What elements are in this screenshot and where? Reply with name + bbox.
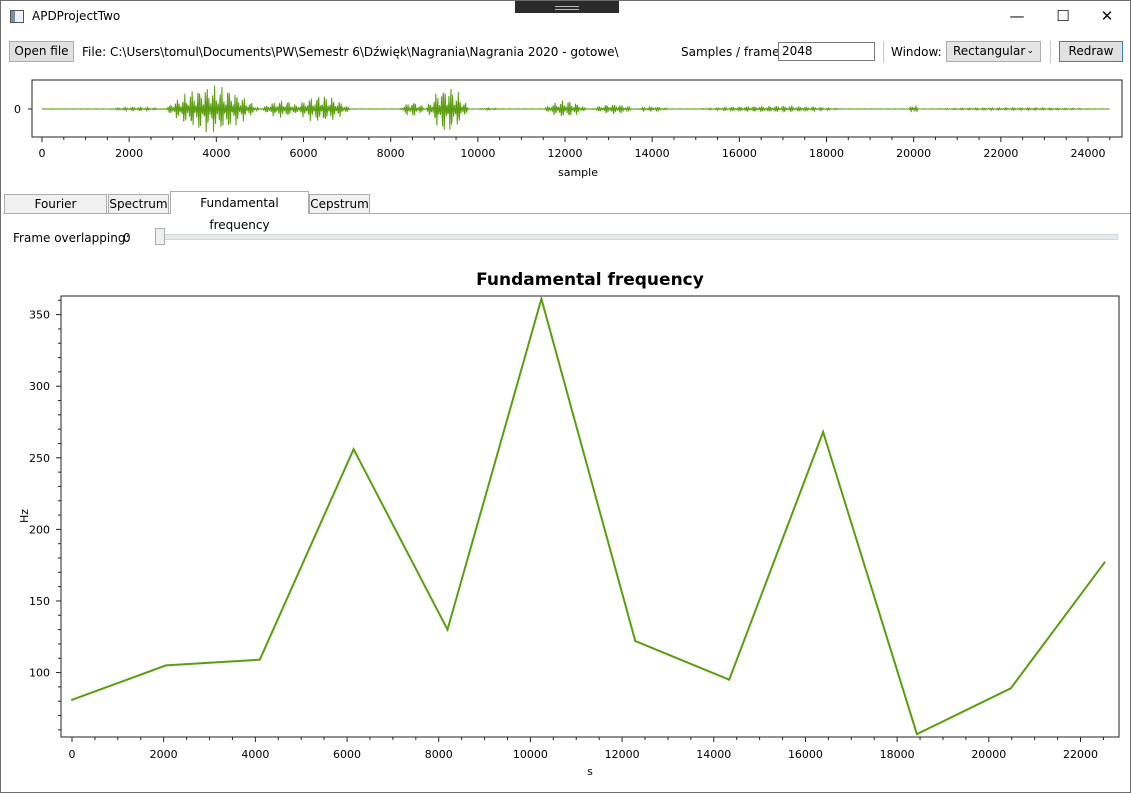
waveform-plot: 0 0 2000 4000 6000 8000 10000 12000 14000 16000 1…	[14, 79, 1123, 179]
redraw-button[interactable]: Redraw	[1059, 41, 1123, 62]
data-point	[446, 628, 449, 631]
waveform-x-tick-label: 24000	[1071, 147, 1106, 160]
frame-overlapping-slider-thumb[interactable]	[155, 228, 165, 245]
open-file-button[interactable]: Open file	[9, 41, 74, 62]
app-icon	[10, 10, 24, 23]
chart-x-label: s	[587, 765, 593, 778]
data-point	[915, 733, 918, 736]
waveform-x-tick-label: 8000	[377, 147, 405, 160]
data-point	[1009, 687, 1012, 690]
waveform-x-tick-label: 4000	[202, 147, 230, 160]
chart-y-axis: 100 150 200 250 300 350	[29, 299, 61, 731]
waveform-x-tick-label: 0	[39, 147, 46, 160]
waveform-x-tick-label: 16000	[722, 147, 757, 160]
chart-x-tick-label: 10000	[513, 748, 548, 761]
chart-x-tick-label: 16000	[788, 748, 823, 761]
toolbar-separator	[1050, 41, 1051, 63]
waveform-x-tick-label: 22000	[983, 147, 1018, 160]
frame-overlapping-slider-track[interactable]	[156, 234, 1118, 240]
data-point	[634, 640, 637, 643]
chart-x-tick-label: 18000	[880, 748, 915, 761]
toolbar-separator	[883, 41, 884, 63]
data-point	[71, 698, 74, 701]
window-select-value: Rectangular	[953, 44, 1026, 58]
waveform-y-tick-label: 0	[14, 103, 21, 116]
chart-y-tick-label: 300	[29, 380, 50, 393]
data-point	[540, 297, 543, 300]
chart-x-axis: 0 2000 4000 6000 8000 10000 12000 14000 16000 180…	[69, 737, 1104, 761]
chart-x-tick-label: 20000	[971, 748, 1006, 761]
waveform-x-tick-label: 12000	[548, 147, 583, 160]
fundamental-frequency-chart: Fundamental frequency 0 2000 4000 6000 8000 1…	[18, 270, 1120, 778]
chart-y-tick-label: 200	[29, 523, 50, 536]
chart-x-tick-label: 8000	[425, 748, 453, 761]
tab-cepstrum[interactable]: Cepstrum	[309, 194, 370, 213]
chart-x-tick-label: 22000	[1063, 748, 1098, 761]
frame-overlapping-label: Frame overlapping:	[13, 231, 130, 245]
data-point	[258, 658, 261, 661]
chart-y-tick-label: 250	[29, 452, 50, 465]
frame-overlapping-value: 0	[123, 231, 131, 245]
file-label: File:	[82, 45, 107, 59]
waveform-x-label: sample	[558, 166, 598, 179]
chart-series	[71, 295, 1106, 736]
close-button[interactable]: ✕	[1084, 1, 1130, 31]
chart-x-tick-label: 14000	[696, 748, 731, 761]
title-bar[interactable]: APDProjectTwo — ☐ ✕	[1, 1, 1130, 31]
window-select[interactable]: Rectangular ⌄	[946, 41, 1041, 62]
tab-spectrum[interactable]: Spectrum	[108, 194, 169, 213]
chart-y-tick-label: 350	[29, 309, 50, 322]
chart-x-tick-label: 4000	[241, 748, 269, 761]
waveform-x-tick-label: 14000	[635, 147, 670, 160]
file-path: C:\Users\tomul\Documents\PW\Semestr 6\Dź…	[110, 45, 619, 59]
waveform-x-tick-label: 10000	[460, 147, 495, 160]
chart-y-tick-label: 100	[29, 667, 50, 680]
series-line	[71, 295, 1106, 736]
tab-fundamental-frequency[interactable]: Fundamental frequency	[170, 191, 309, 232]
chart-title: Fundamental frequency	[476, 270, 704, 290]
data-point	[352, 448, 355, 451]
samples-per-frame-input[interactable]: 2048	[778, 42, 875, 61]
chart-x-tick-label: 6000	[333, 748, 361, 761]
data-point	[822, 431, 825, 434]
data-point	[1103, 561, 1106, 564]
chart-y-label: Hz	[18, 509, 31, 523]
waveform-x-tick-label: 2000	[115, 147, 143, 160]
chart-x-tick-label: 12000	[605, 748, 640, 761]
chart-y-tick-label: 150	[29, 595, 50, 608]
chart-plot-area	[60, 295, 1120, 738]
waveform-x-axis: 0 2000 4000 6000 8000 10000 12000 14000 16000 180…	[39, 137, 1111, 160]
chart-x-tick-label: 2000	[150, 748, 178, 761]
chart-x-tick-label: 0	[69, 748, 76, 761]
app-window: APDProjectTwo — ☐ ✕ Open file File: C:\U…	[0, 0, 1131, 793]
data-point	[164, 664, 167, 667]
data-point	[728, 678, 731, 681]
drag-grip[interactable]	[515, 1, 619, 13]
waveform-x-tick-label: 6000	[290, 147, 318, 160]
waveform-x-tick-label: 20000	[896, 147, 931, 160]
maximize-button[interactable]: ☐	[1040, 1, 1086, 31]
minimize-button[interactable]: —	[994, 1, 1040, 31]
samples-per-frame-label: Samples / frame:	[681, 45, 784, 59]
window-title: APDProjectTwo	[32, 9, 121, 23]
chevron-down-icon: ⌄	[1026, 46, 1034, 56]
tab-fourier-transform[interactable]: Fourier transform	[4, 194, 107, 229]
waveform-x-tick-label: 18000	[809, 147, 844, 160]
window-label: Window:	[891, 45, 942, 59]
